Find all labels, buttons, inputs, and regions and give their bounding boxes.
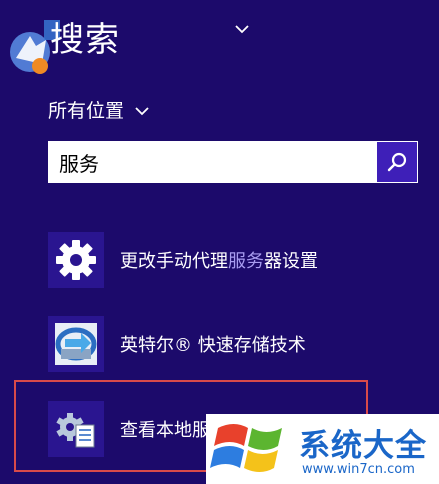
result-icon-tile bbox=[48, 316, 104, 372]
result-label-text: 更改手动代理 bbox=[120, 251, 228, 272]
search-button[interactable] bbox=[377, 142, 417, 182]
watermark-brand: 系统大全 bbox=[299, 428, 427, 464]
chevron-down-icon bbox=[135, 106, 149, 115]
result-label: 英特尔® 快速存储技术 bbox=[120, 335, 306, 356]
result-icon-tile bbox=[48, 232, 104, 288]
search-scope-dropdown[interactable]: 所有位置 bbox=[48, 96, 150, 123]
search-input[interactable] bbox=[48, 141, 377, 183]
search-result-proxy-settings[interactable]: 更改手动代理服务器设置 bbox=[48, 232, 318, 288]
result-label-text: 器设置 bbox=[264, 251, 318, 272]
search-scope-label: 所有位置 bbox=[48, 100, 125, 122]
watermark: 系统大全 www.win7cn.com bbox=[206, 414, 439, 484]
gear-icon bbox=[56, 240, 96, 280]
chevron-down-icon[interactable] bbox=[233, 22, 251, 36]
page-title: 搜索 bbox=[50, 20, 120, 60]
intel-rst-icon bbox=[55, 323, 97, 365]
watermark-url: www.win7cn.com bbox=[302, 462, 415, 477]
search-icon bbox=[387, 152, 407, 172]
windows-flag-icon bbox=[210, 424, 282, 472]
result-label: 更改手动代理服务器设置 bbox=[120, 247, 318, 273]
result-label-match: 服务 bbox=[228, 251, 264, 272]
search-result-intel-rst[interactable]: 英特尔® 快速存储技术 bbox=[48, 316, 306, 372]
search-box bbox=[48, 141, 418, 183]
